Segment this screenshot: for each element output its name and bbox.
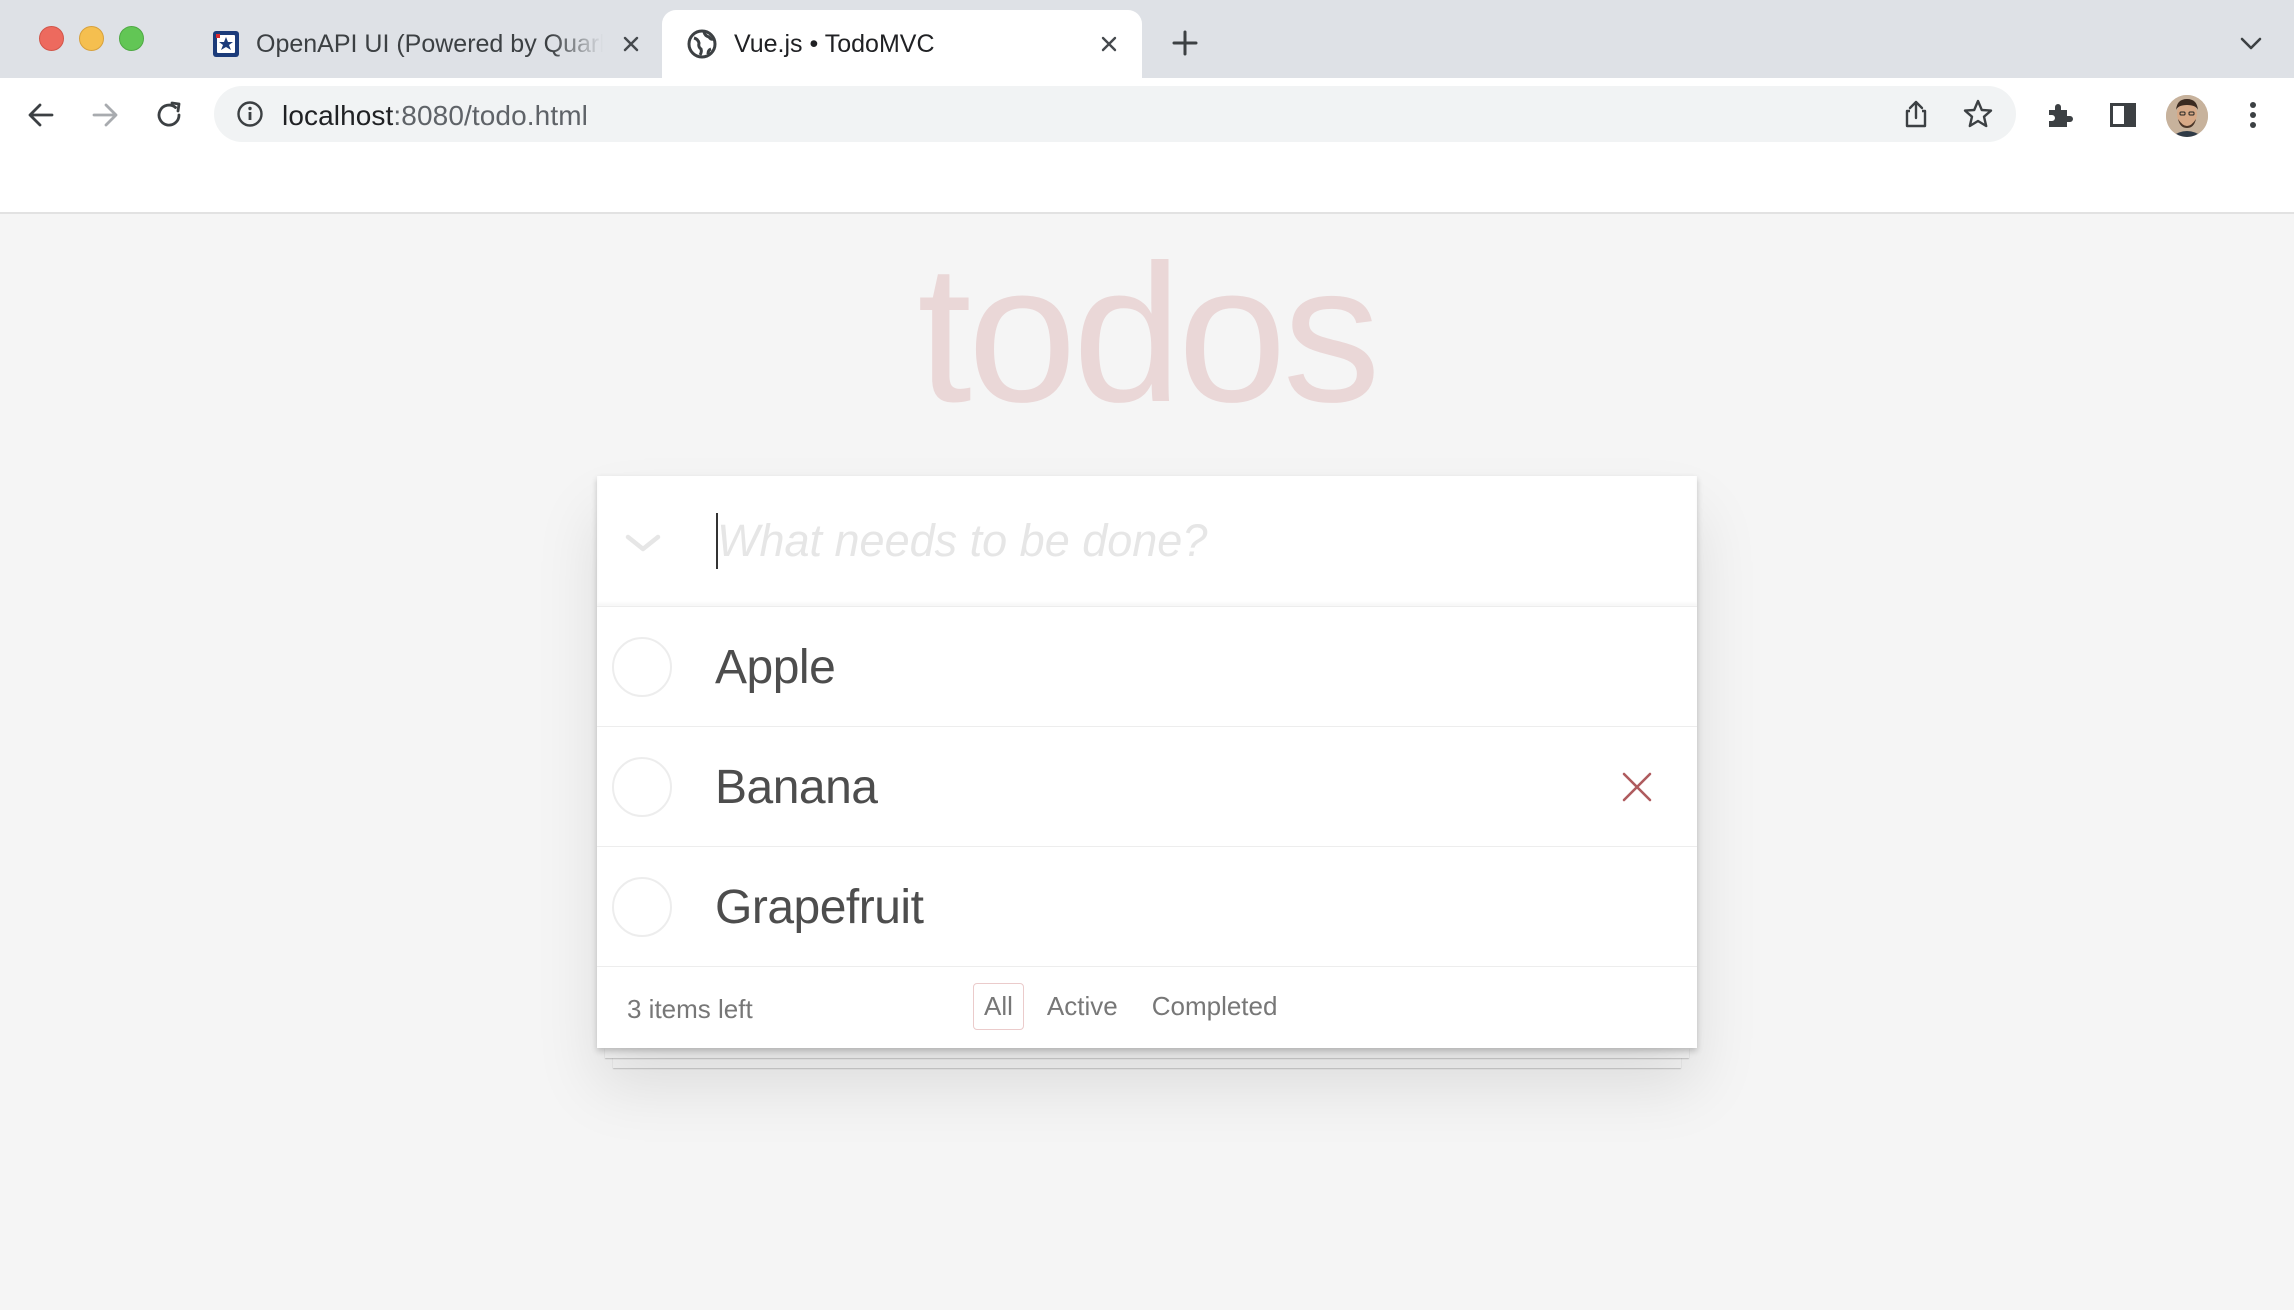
- todo-list: Apple Banana Grapefruit: [597, 607, 1697, 967]
- new-todo-input[interactable]: [715, 508, 1655, 574]
- tab-title: OpenAPI UI (Powered by Quarkus): [256, 30, 603, 58]
- tab-openapi-ui[interactable]: OpenAPI UI (Powered by Quarkus): [196, 10, 658, 78]
- share-icon[interactable]: [1900, 98, 1932, 130]
- delete-todo-close-icon[interactable]: [1613, 763, 1661, 811]
- forward-arrow-icon[interactable]: [86, 96, 124, 134]
- new-tab-plus-icon[interactable]: [1168, 26, 1202, 60]
- todo-complete-checkbox[interactable]: [612, 877, 672, 937]
- todo-footer: 3 items left All Active Completed: [597, 967, 1697, 1048]
- todo-item: Apple: [597, 607, 1697, 727]
- filter-all-link[interactable]: All: [973, 983, 1024, 1030]
- address-bar[interactable]: localhost:8080/todo.html: [214, 86, 2016, 142]
- list-stack-shadow: [605, 1048, 1689, 1058]
- filter-completed-link[interactable]: Completed: [1141, 983, 1289, 1030]
- url-host: localhost: [282, 100, 394, 131]
- todo-label[interactable]: Grapefruit: [715, 879, 924, 937]
- todo-item: Grapefruit: [597, 847, 1697, 967]
- bookmark-star-icon[interactable]: [1962, 98, 1994, 130]
- todo-header: [597, 476, 1697, 607]
- tab-close-icon[interactable]: [616, 29, 646, 59]
- window-maximize-button[interactable]: [119, 26, 144, 51]
- window-minimize-button[interactable]: [79, 26, 104, 51]
- toggle-all-chevron-down-icon[interactable]: [623, 524, 663, 564]
- quarkus-favicon-icon: [213, 31, 239, 57]
- list-stack-shadow: [613, 1054, 1681, 1068]
- todo-item: Banana: [597, 727, 1697, 847]
- reload-icon[interactable]: [150, 96, 188, 134]
- text-caret: [716, 513, 718, 569]
- site-info-icon[interactable]: [236, 100, 264, 128]
- extensions-puzzle-icon[interactable]: [2041, 96, 2079, 134]
- url-path: :8080/todo.html: [393, 100, 588, 131]
- profile-avatar[interactable]: [2166, 95, 2208, 137]
- tab-title: Vue.js • TodoMVC: [734, 30, 935, 58]
- todo-label[interactable]: Banana: [715, 759, 878, 817]
- items-left-count: 3 items left: [627, 994, 753, 1024]
- page-top-band: [0, 150, 2294, 214]
- todo-app: Apple Banana Grapefruit 3 items left All…: [597, 476, 1697, 1048]
- address-url[interactable]: localhost:8080/todo.html: [282, 100, 588, 132]
- browser-toolbar: localhost:8080/todo.html: [0, 78, 2294, 150]
- todo-label[interactable]: Apple: [715, 639, 836, 697]
- side-panel-icon[interactable]: [2104, 96, 2142, 134]
- globe-icon: [687, 29, 717, 59]
- back-arrow-icon[interactable]: [22, 96, 60, 134]
- tab-todomvc[interactable]: Vue.js • TodoMVC: [662, 10, 1142, 78]
- tab-search-chevron-down-icon[interactable]: [2235, 28, 2267, 60]
- app-title: todos: [917, 224, 1380, 443]
- browser-tab-strip: OpenAPI UI (Powered by Quarkus) Vue.js •…: [0, 0, 2294, 78]
- todo-complete-checkbox[interactable]: [612, 757, 672, 817]
- filter-active-link[interactable]: Active: [1036, 983, 1129, 1030]
- filter-list: All Active Completed: [967, 983, 1294, 1030]
- tab-close-icon[interactable]: [1094, 29, 1124, 59]
- window-close-button[interactable]: [39, 26, 64, 51]
- more-vertical-icon[interactable]: [2234, 96, 2272, 134]
- todo-complete-checkbox[interactable]: [612, 637, 672, 697]
